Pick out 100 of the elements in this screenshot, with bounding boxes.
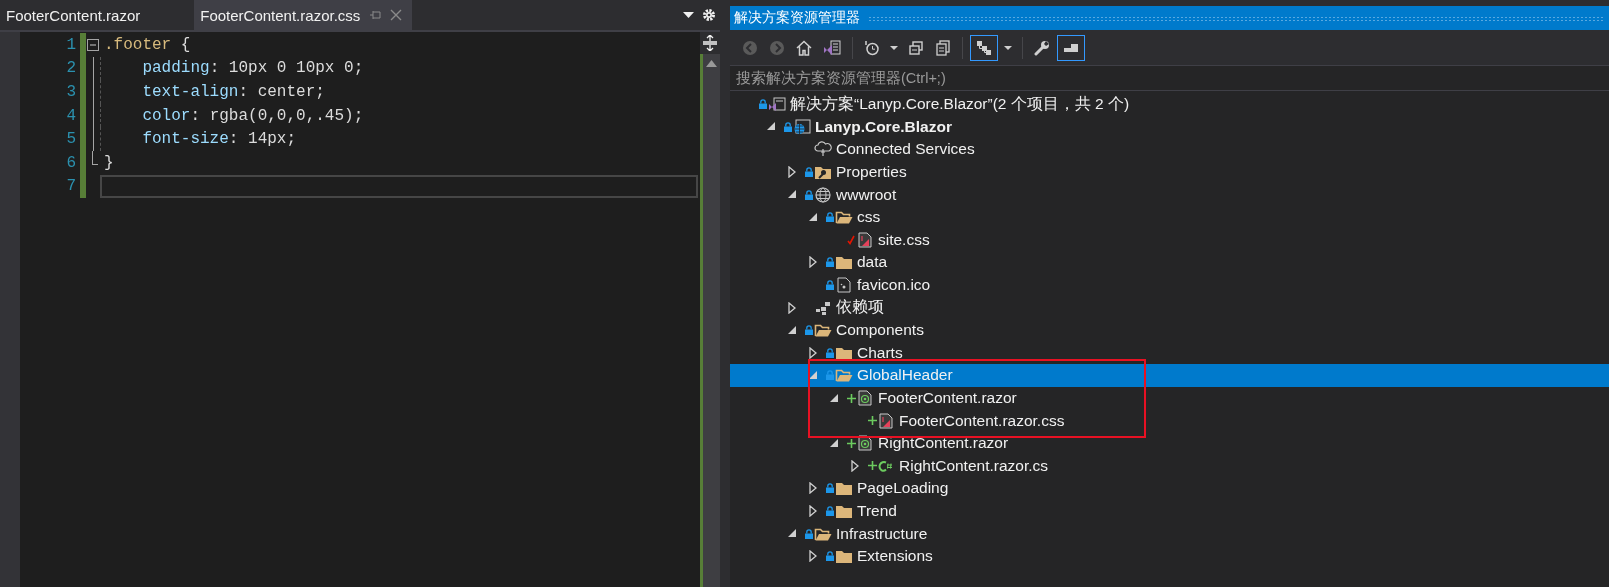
tree-row[interactable]: Connected Services [730,138,1609,161]
expanded-arrow-icon[interactable] [830,393,839,403]
tree-row[interactable]: favicon.ico [730,273,1609,297]
open-folder-icon [835,367,853,384]
item-label: Charts [857,343,903,362]
collapsed-arrow-icon[interactable] [788,166,796,179]
tree-row[interactable]: RightContent.razor.cs [730,454,1609,478]
collapsed-arrow-icon[interactable] [809,505,817,517]
item-label: wwwroot [836,185,897,204]
padlock-icon [805,189,813,200]
tree-row[interactable]: site.css [730,228,1609,252]
editor-tab[interactable]: FooterContent.razor [0,0,147,30]
home-icon [796,39,812,56]
switch-views-icon [823,39,841,56]
expanded-arrow-icon[interactable] [788,529,797,539]
collapsed-arrow-icon[interactable] [851,459,859,472]
expanded-arrow-icon[interactable] [830,438,839,448]
tree-row[interactable]: Properties [730,160,1609,184]
tree-row[interactable]: Charts [730,341,1609,365]
tree-row[interactable]: FooterContent.razor [730,386,1609,410]
item-label: RightContent.razor [878,434,1009,453]
code-line: .footer { [103,34,192,56]
expanded-arrow-icon[interactable] [788,190,797,200]
tree-row[interactable]: Components [730,318,1609,342]
collapsed-arrow-icon[interactable] [809,482,817,495]
tree-row[interactable]: 依赖项 [730,296,1609,319]
item-label: FooterContent.razor [878,389,1017,407]
editor-tab[interactable]: FooterContent.razor.css [194,0,413,30]
settings-icon[interactable] [702,8,716,22]
tree-row[interactable]: css [730,205,1609,229]
expanded-arrow-icon[interactable] [809,212,818,222]
line-number: 6 [65,153,76,172]
collapsed-arrow-icon[interactable] [809,346,817,359]
tree-row[interactable]: Infrastructure [730,522,1609,545]
collapse-all-icon [908,39,924,56]
padlock-icon [784,121,792,132]
item-label: Properties [836,163,907,182]
padlock-icon [826,506,834,516]
tree-row[interactable]: FooterContent.razor.css [730,409,1609,432]
item-label: FooterContent.razor.css [899,411,1065,430]
plus-icon [867,416,877,426]
stylesheet-file-icon [877,412,895,429]
tree-sync-icon [976,39,992,56]
sync-button[interactable] [970,34,998,61]
open-folder-icon [814,322,832,339]
expanded-arrow-icon[interactable] [788,325,797,335]
item-label: Components [836,321,924,340]
tree-row[interactable]: Trend [730,499,1609,523]
plus-icon [846,438,856,448]
globe-icon [814,186,832,203]
item-label: Lanyp.Core.Blazor [815,117,952,136]
padlock-icon [826,551,834,562]
padlock-icon [826,257,834,268]
tree-row[interactable]: wwwroot [730,183,1609,206]
item-label: 解决方案“Lanyp.Core.Blazor”(2 个项目，共 2 个) [790,93,1130,114]
padlock-icon [826,212,834,223]
documents-icon [935,39,951,56]
tree-row[interactable]: PageLoading [730,477,1609,500]
item-label: GlobalHeader [857,366,953,385]
item-label: Trend [857,502,897,520]
tree-row[interactable]: RightContent.razor [730,431,1609,455]
item-label: Connected Services [836,140,975,159]
folder-icon [835,480,853,497]
collapsed-arrow-icon[interactable] [788,301,796,314]
search-field[interactable]: 搜索解决方案资源管理器(Ctrl+;) [730,65,1609,91]
collapse-box-icon[interactable] [87,38,99,51]
padlock-icon [826,280,834,291]
dropdown-arrow-icon[interactable] [683,11,694,19]
item-label: Extensions [857,547,933,566]
close-icon[interactable] [390,9,403,21]
stylesheet-file-icon [856,231,874,248]
file-icon [835,277,853,294]
item-label: Infrastructure [836,524,928,543]
padlock-icon [759,99,767,110]
item-label: 依赖项 [836,297,884,318]
split-icon[interactable] [703,35,717,51]
caret-icon [1004,45,1012,50]
item-label: favicon.ico [857,276,931,295]
tree-row[interactable]: Lanyp.Core.Blazor [730,115,1609,139]
line-number: 7 [65,177,76,196]
tree-row[interactable]: GlobalHeader [730,364,1609,387]
padlock-icon [826,370,834,381]
collapsed-arrow-icon[interactable] [809,256,817,269]
preview-button[interactable] [1057,34,1085,61]
scroll-up-icon[interactable] [706,60,717,67]
razor-file-icon [856,390,874,406]
tree-row[interactable]: data [730,251,1609,274]
tree-row[interactable]: 解决方案“Lanyp.Core.Blazor”(2 个项目，共 2 个) [730,93,1609,116]
expanded-arrow-icon[interactable] [767,122,776,132]
blocks-icon [814,299,832,316]
line-number: 5 [65,130,76,149]
item-label: css [857,208,881,227]
line-number: 3 [65,83,76,101]
clock-icon [864,39,880,56]
tree-row[interactable]: Extensions [730,544,1609,568]
collapsed-arrow-icon[interactable] [809,550,817,563]
open-folder-icon [835,209,853,226]
wrench-icon [1034,39,1050,56]
padlock-icon [805,528,813,539]
line-number: 1 [65,35,76,54]
